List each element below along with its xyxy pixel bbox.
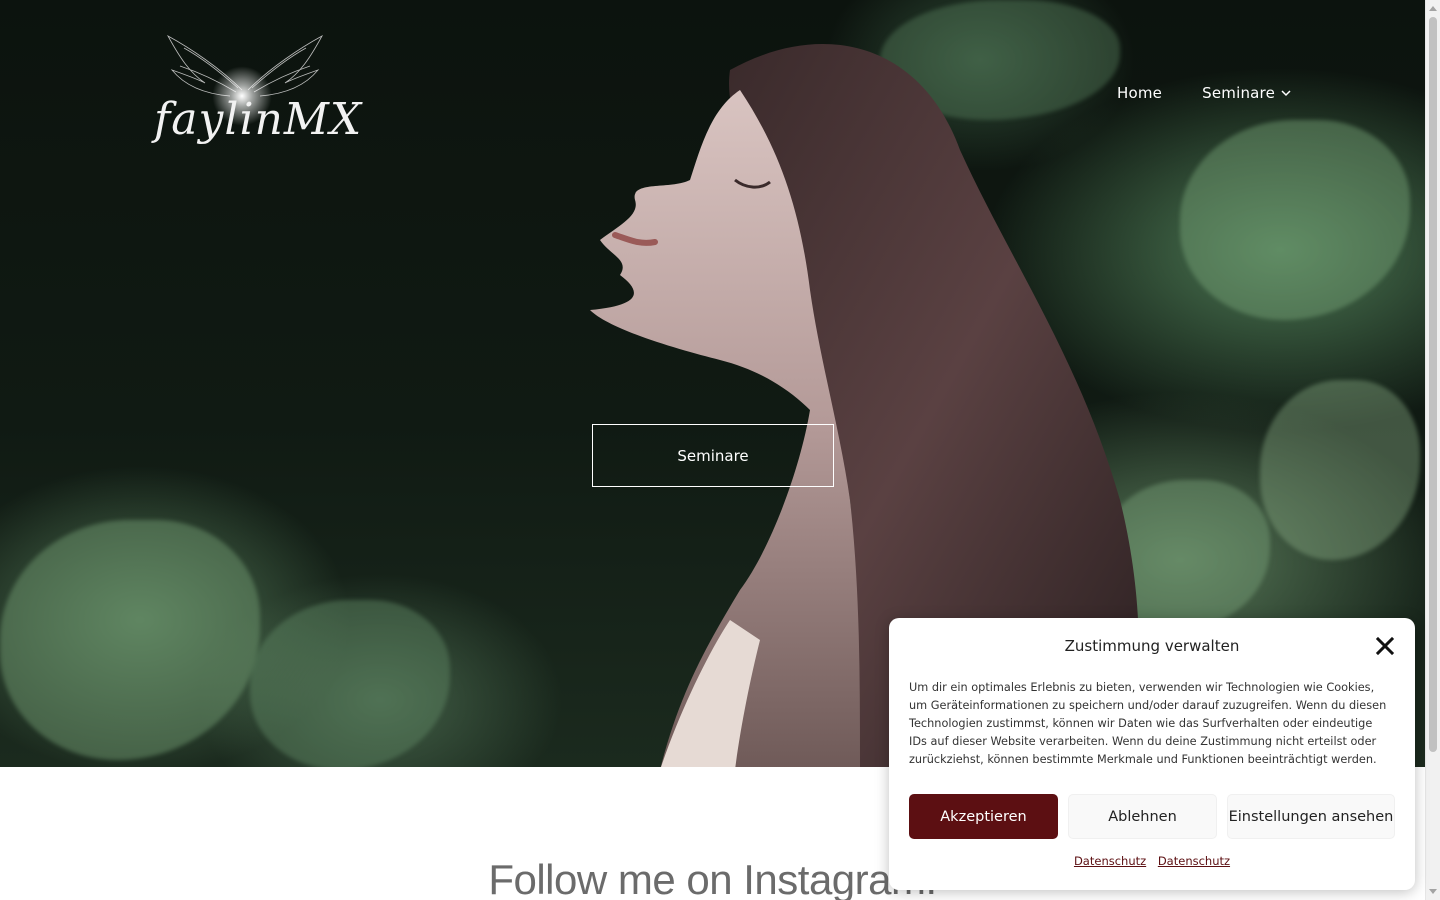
page-scrollbar[interactable] (1425, 0, 1440, 900)
nav-item-label: Home (1117, 84, 1163, 102)
foliage-decoration (1260, 380, 1420, 560)
nav-item-seminare[interactable]: Seminare (1202, 84, 1291, 102)
privacy-link[interactable]: Datenschutz (1074, 854, 1146, 868)
foliage-decoration (0, 520, 260, 760)
consent-body-text: Um dir ein optimales Erlebnis zu bieten,… (909, 681, 1387, 766)
nav-item-home[interactable]: Home (1117, 84, 1162, 102)
view-settings-button[interactable]: Einstellungen ansehen (1227, 794, 1395, 839)
cookie-consent-dialog: Zustimmung verwalten Um dir ein optimale… (889, 618, 1415, 890)
consent-title: Zustimmung verwalten (1064, 637, 1240, 655)
nav-item-label: Seminare (1202, 84, 1276, 102)
accept-button[interactable]: Akzeptieren (909, 794, 1058, 839)
decline-button[interactable]: Ablehnen (1068, 794, 1217, 839)
site-logo[interactable]: faylinMX (150, 28, 361, 158)
close-icon[interactable] (1375, 636, 1395, 656)
privacy-link[interactable]: Datenschutz (1158, 854, 1230, 868)
scroll-up-arrow-icon[interactable] (1429, 6, 1437, 11)
consent-links: Datenschutz Datenschutz (889, 854, 1415, 868)
seminare-button[interactable]: Seminare (592, 424, 834, 487)
main-navigation: Home Seminare (1117, 84, 1291, 102)
foliage-decoration (1180, 120, 1410, 320)
chevron-down-icon (1281, 89, 1291, 96)
foliage-decoration (250, 600, 450, 767)
logo-text: faylinMX (154, 94, 363, 145)
scroll-down-arrow-icon[interactable] (1429, 889, 1437, 894)
scrollbar-thumb[interactable] (1429, 17, 1437, 752)
